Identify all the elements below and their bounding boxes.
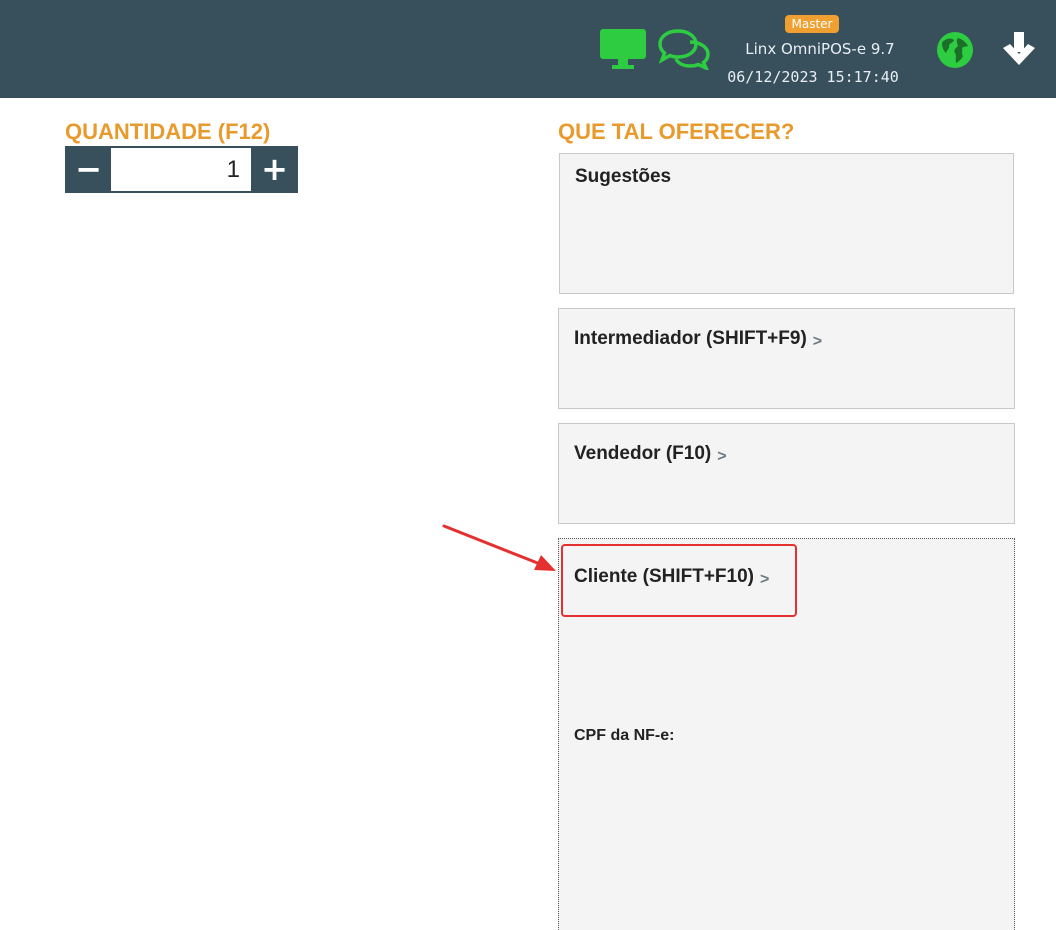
cliente-panel[interactable]: Cliente (SHIFT+F10) > CPF da NF-e: [558,538,1015,930]
suggestions-panel: Sugestões [559,153,1014,294]
chevron-right-icon: > [812,333,823,350]
quantity-input[interactable] [111,146,252,193]
minus-icon: − [75,150,102,188]
cpf-label: CPF da NF-e: [574,727,675,744]
increase-button[interactable]: + [251,146,298,193]
suggestions-label: Sugestões [575,166,672,187]
red-arrow-annotation [442,524,556,571]
app-name: Linx OmniPOS-e 9.7 [745,40,895,58]
vendedor-panel[interactable]: Vendedor (F10) > [558,423,1015,524]
intermediador-panel[interactable]: Intermediador (SHIFT+F9) > [558,308,1015,409]
monitor-icon[interactable] [599,28,647,70]
quantity-title: QUANTIDADE (F12) [65,119,271,144]
decrease-button[interactable]: − [65,146,112,193]
intermediador-label[interactable]: Intermediador (SHIFT+F9) > [574,327,822,354]
globe-icon[interactable] [936,31,974,69]
arrow-down-icon[interactable] [1001,30,1037,68]
chevron-right-icon: > [717,448,727,465]
top-bar: Master Linx OmniPOS-e 9.7 06/12/2023 15:… [0,0,1056,98]
chat-icon[interactable] [658,28,710,70]
cliente-label[interactable]: Cliente (SHIFT+F10) > [574,565,769,592]
offer-title: QUE TAL OFERECER? [558,119,795,144]
master-badge: Master [785,15,839,33]
chevron-right-icon: > [760,571,770,588]
plus-icon: + [261,150,288,188]
vendedor-label[interactable]: Vendedor (F10) > [574,442,727,469]
datetime: 06/12/2023 15:17:40 [727,68,899,86]
